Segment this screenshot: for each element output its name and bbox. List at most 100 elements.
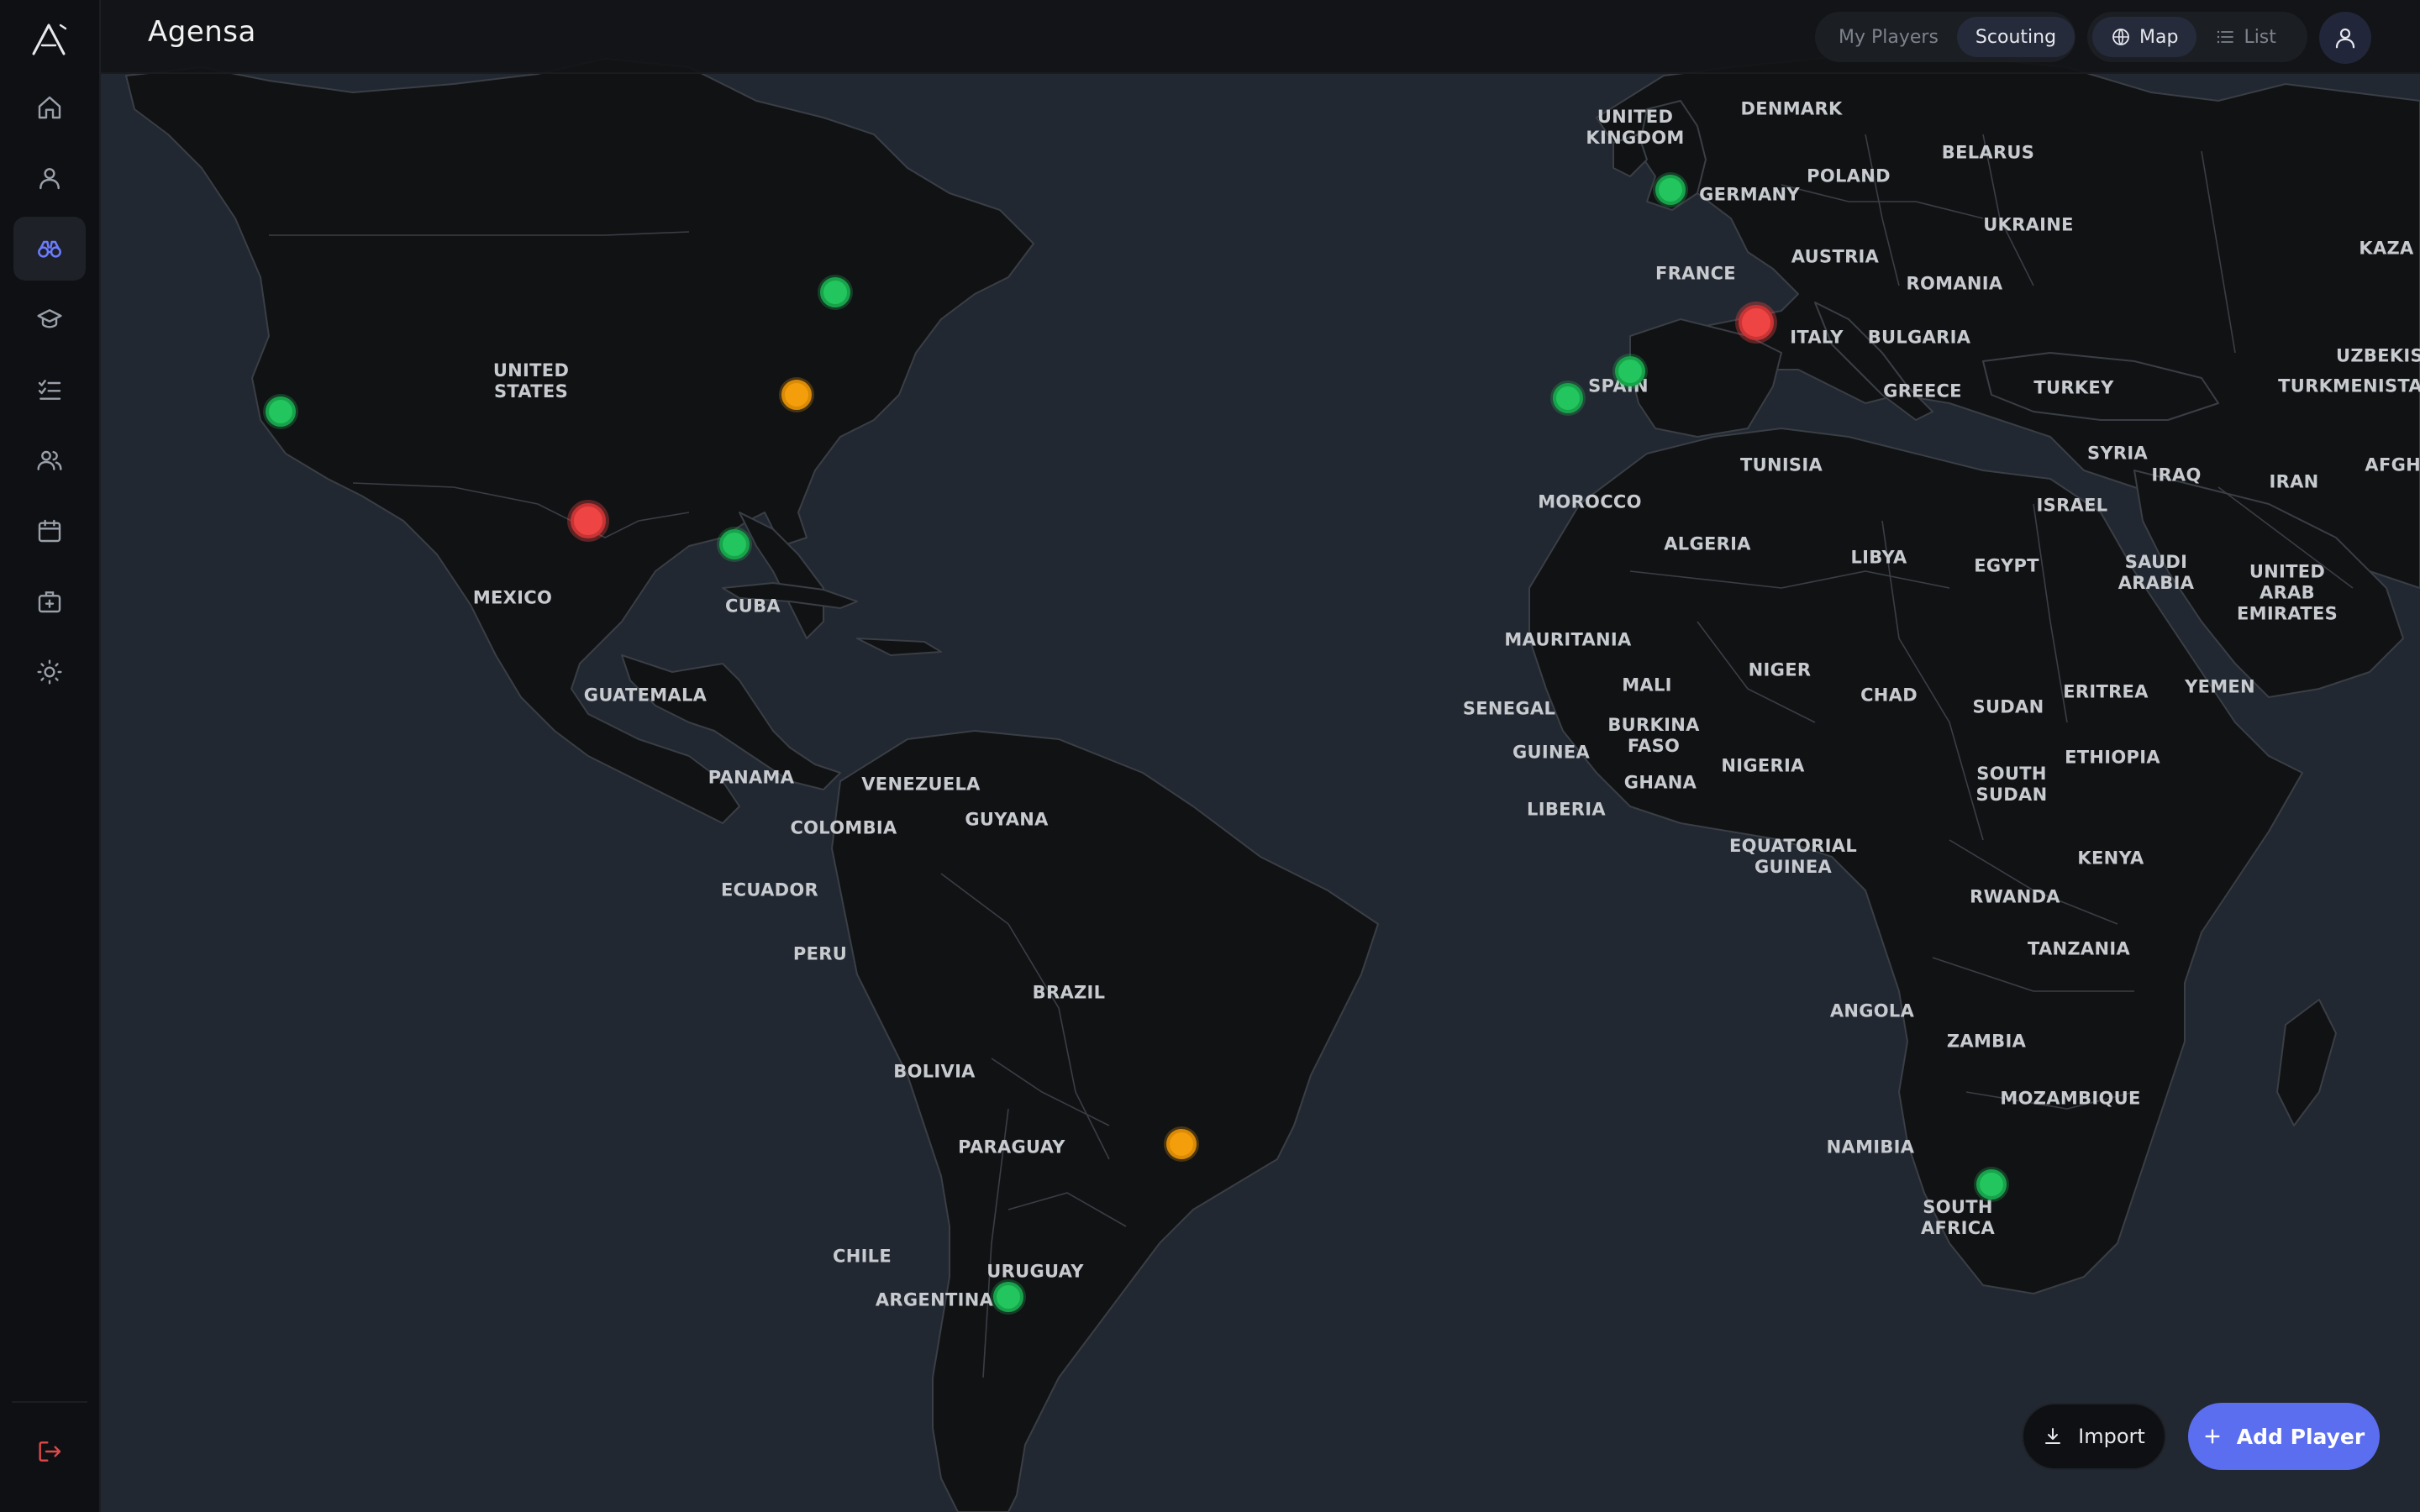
country-label-austria: AUSTRIA bbox=[1791, 246, 1880, 267]
country-label-united-kingdom: UNITED KINGDOM bbox=[1586, 107, 1685, 148]
tab-scouting[interactable]: Scouting bbox=[1956, 17, 2075, 57]
country-label-guyana: GUYANA bbox=[965, 809, 1049, 830]
country-label-cuba: CUBA bbox=[725, 596, 781, 617]
country-label-senegal: SENEGAL bbox=[1462, 698, 1556, 719]
list-icon bbox=[2217, 30, 2234, 44]
country-label-burkina-faso: BURKINA FASO bbox=[1607, 715, 1700, 756]
sidebar-item-calendar[interactable] bbox=[13, 499, 86, 563]
sidebar-item-medical[interactable] bbox=[13, 570, 86, 633]
country-label-argentina: ARGENTINA bbox=[875, 1289, 994, 1310]
sidebar-item-scouting[interactable] bbox=[13, 217, 86, 281]
globe-icon bbox=[2112, 29, 2129, 45]
country-label-ukraine: UKRAINE bbox=[1983, 214, 2074, 235]
country-label-ethiopia: ETHIOPIA bbox=[2065, 747, 2160, 768]
country-label-south-sudan: SOUTH SUDAN bbox=[1975, 764, 2048, 805]
country-label-israel: ISRAEL bbox=[2036, 495, 2108, 516]
add-player-label: Add Player bbox=[2236, 1424, 2365, 1449]
view-map-label: Map bbox=[2139, 26, 2179, 48]
sidebar-item-team[interactable] bbox=[13, 428, 86, 492]
country-label-venezuela: VENEZUELA bbox=[861, 774, 981, 795]
country-label-uzbekis: UZBEKIS bbox=[2336, 345, 2420, 366]
country-label-iraq: IRAQ bbox=[2151, 465, 2202, 486]
country-label-zambia: ZAMBIA bbox=[1946, 1031, 2027, 1052]
logout-button[interactable] bbox=[13, 1420, 86, 1483]
country-label-ecuador: ECUADOR bbox=[721, 879, 818, 900]
country-label-angola: ANGOLA bbox=[1829, 1000, 1915, 1021]
sidebar-item-tasks[interactable] bbox=[13, 358, 86, 422]
country-label-paraguay: PARAGUAY bbox=[958, 1137, 1065, 1158]
medical-kit-icon bbox=[38, 591, 61, 613]
profile-button[interactable] bbox=[2319, 12, 2371, 64]
player-marker-red[interactable] bbox=[571, 503, 606, 538]
player-marker-orange[interactable] bbox=[781, 380, 812, 410]
view-map-button[interactable]: Map bbox=[2092, 17, 2197, 57]
player-marker-green[interactable] bbox=[1655, 175, 1686, 205]
world-map[interactable]: UNITED KINGDOM DENMARK BELARUS POLAND GE… bbox=[101, 0, 2420, 1512]
country-label-rwanda: RWANDA bbox=[1970, 886, 2060, 907]
country-label-turkmenistan: TURKMENISTAN bbox=[2278, 375, 2420, 396]
country-label-guatemala: GUATEMALA bbox=[583, 685, 708, 706]
sidebar-item-settings[interactable] bbox=[13, 640, 86, 704]
country-label-mali: MALI bbox=[1622, 675, 1672, 696]
country-label-germany: GERMANY bbox=[1699, 184, 1800, 205]
sidebar-item-profile[interactable] bbox=[13, 146, 86, 210]
country-label-niger: NIGER bbox=[1748, 659, 1812, 680]
country-label-sudan: SUDAN bbox=[1972, 696, 2044, 717]
import-button[interactable]: Import bbox=[2022, 1403, 2166, 1470]
country-label-eritrea: ERITREA bbox=[2063, 681, 2149, 702]
player-marker-green[interactable] bbox=[1615, 356, 1645, 386]
player-marker-green[interactable] bbox=[266, 396, 296, 427]
home-icon bbox=[38, 96, 61, 119]
app-title: Agensa bbox=[148, 15, 256, 49]
player-marker-green[interactable] bbox=[1976, 1169, 2007, 1200]
view-list-button[interactable]: List bbox=[2196, 17, 2294, 57]
logout-icon bbox=[39, 1441, 61, 1462]
player-marker-green[interactable] bbox=[993, 1282, 1023, 1312]
sidebar-divider bbox=[12, 1401, 87, 1403]
calendar-icon bbox=[38, 519, 61, 543]
country-label-greece: GREECE bbox=[1883, 381, 1962, 402]
plus-icon bbox=[2205, 1429, 2220, 1444]
country-label-ghana: GHANA bbox=[1623, 772, 1697, 793]
player-marker-green[interactable] bbox=[820, 277, 850, 307]
scope-toggle: My Players Scouting bbox=[1815, 12, 2075, 62]
graduation-cap-icon bbox=[37, 309, 62, 328]
player-marker-green[interactable] bbox=[719, 529, 750, 559]
country-label-liberia: LIBERIA bbox=[1527, 799, 1606, 820]
user-icon bbox=[39, 168, 60, 190]
tab-my-players[interactable]: My Players bbox=[1820, 17, 1957, 57]
import-label: Import bbox=[2078, 1425, 2145, 1448]
country-label-iran: IRAN bbox=[2269, 471, 2319, 492]
country-label-tanzania: TANZANIA bbox=[2027, 938, 2131, 959]
country-label-colombia: COLOMBIA bbox=[790, 817, 897, 838]
agensa-logo-icon[interactable] bbox=[30, 20, 69, 57]
player-marker-orange[interactable] bbox=[1166, 1129, 1197, 1159]
sidebar-item-home[interactable] bbox=[13, 76, 86, 139]
country-label-romania: ROMANIA bbox=[1906, 273, 2003, 294]
country-label-south-africa: SOUTH AFRICA bbox=[1920, 1197, 1996, 1238]
player-marker-green[interactable] bbox=[1553, 383, 1583, 413]
country-label-mexico: MEXICO bbox=[472, 587, 553, 608]
country-label-belarus: BELARUS bbox=[1941, 142, 2035, 163]
country-label-kenya: KENYA bbox=[2077, 848, 2144, 869]
country-label-mauritania: MAURITANIA bbox=[1504, 629, 1632, 650]
binoculars-icon bbox=[38, 240, 61, 258]
country-label-denmark: DENMARK bbox=[1740, 98, 1843, 119]
country-label-peru: PERU bbox=[792, 943, 848, 964]
country-label-uae: UNITED ARAB EMIRATES bbox=[2236, 561, 2338, 624]
add-player-button[interactable]: Add Player bbox=[2188, 1403, 2380, 1470]
country-label-chile: CHILE bbox=[832, 1246, 892, 1267]
country-label-afgha: AFGHA bbox=[2365, 454, 2420, 475]
country-label-france: FRANCE bbox=[1655, 263, 1736, 284]
country-label-yemen: YEMEN bbox=[2185, 676, 2255, 697]
country-label-equatorial-guinea: EQUATORIAL GUINEA bbox=[1728, 836, 1858, 877]
country-label-morocco: MOROCCO bbox=[1538, 491, 1642, 512]
download-icon bbox=[2045, 1428, 2061, 1444]
checklist-icon bbox=[38, 380, 61, 400]
sun-icon bbox=[37, 659, 62, 685]
app-root: UNITED KINGDOM DENMARK BELARUS POLAND GE… bbox=[0, 0, 2420, 1512]
sidebar-item-academy[interactable] bbox=[13, 287, 86, 351]
country-label-bulgaria: BULGARIA bbox=[1867, 327, 1971, 348]
country-label-mozambique: MOZAMBIQUE bbox=[2000, 1088, 2141, 1109]
player-marker-red[interactable] bbox=[1739, 305, 1774, 340]
